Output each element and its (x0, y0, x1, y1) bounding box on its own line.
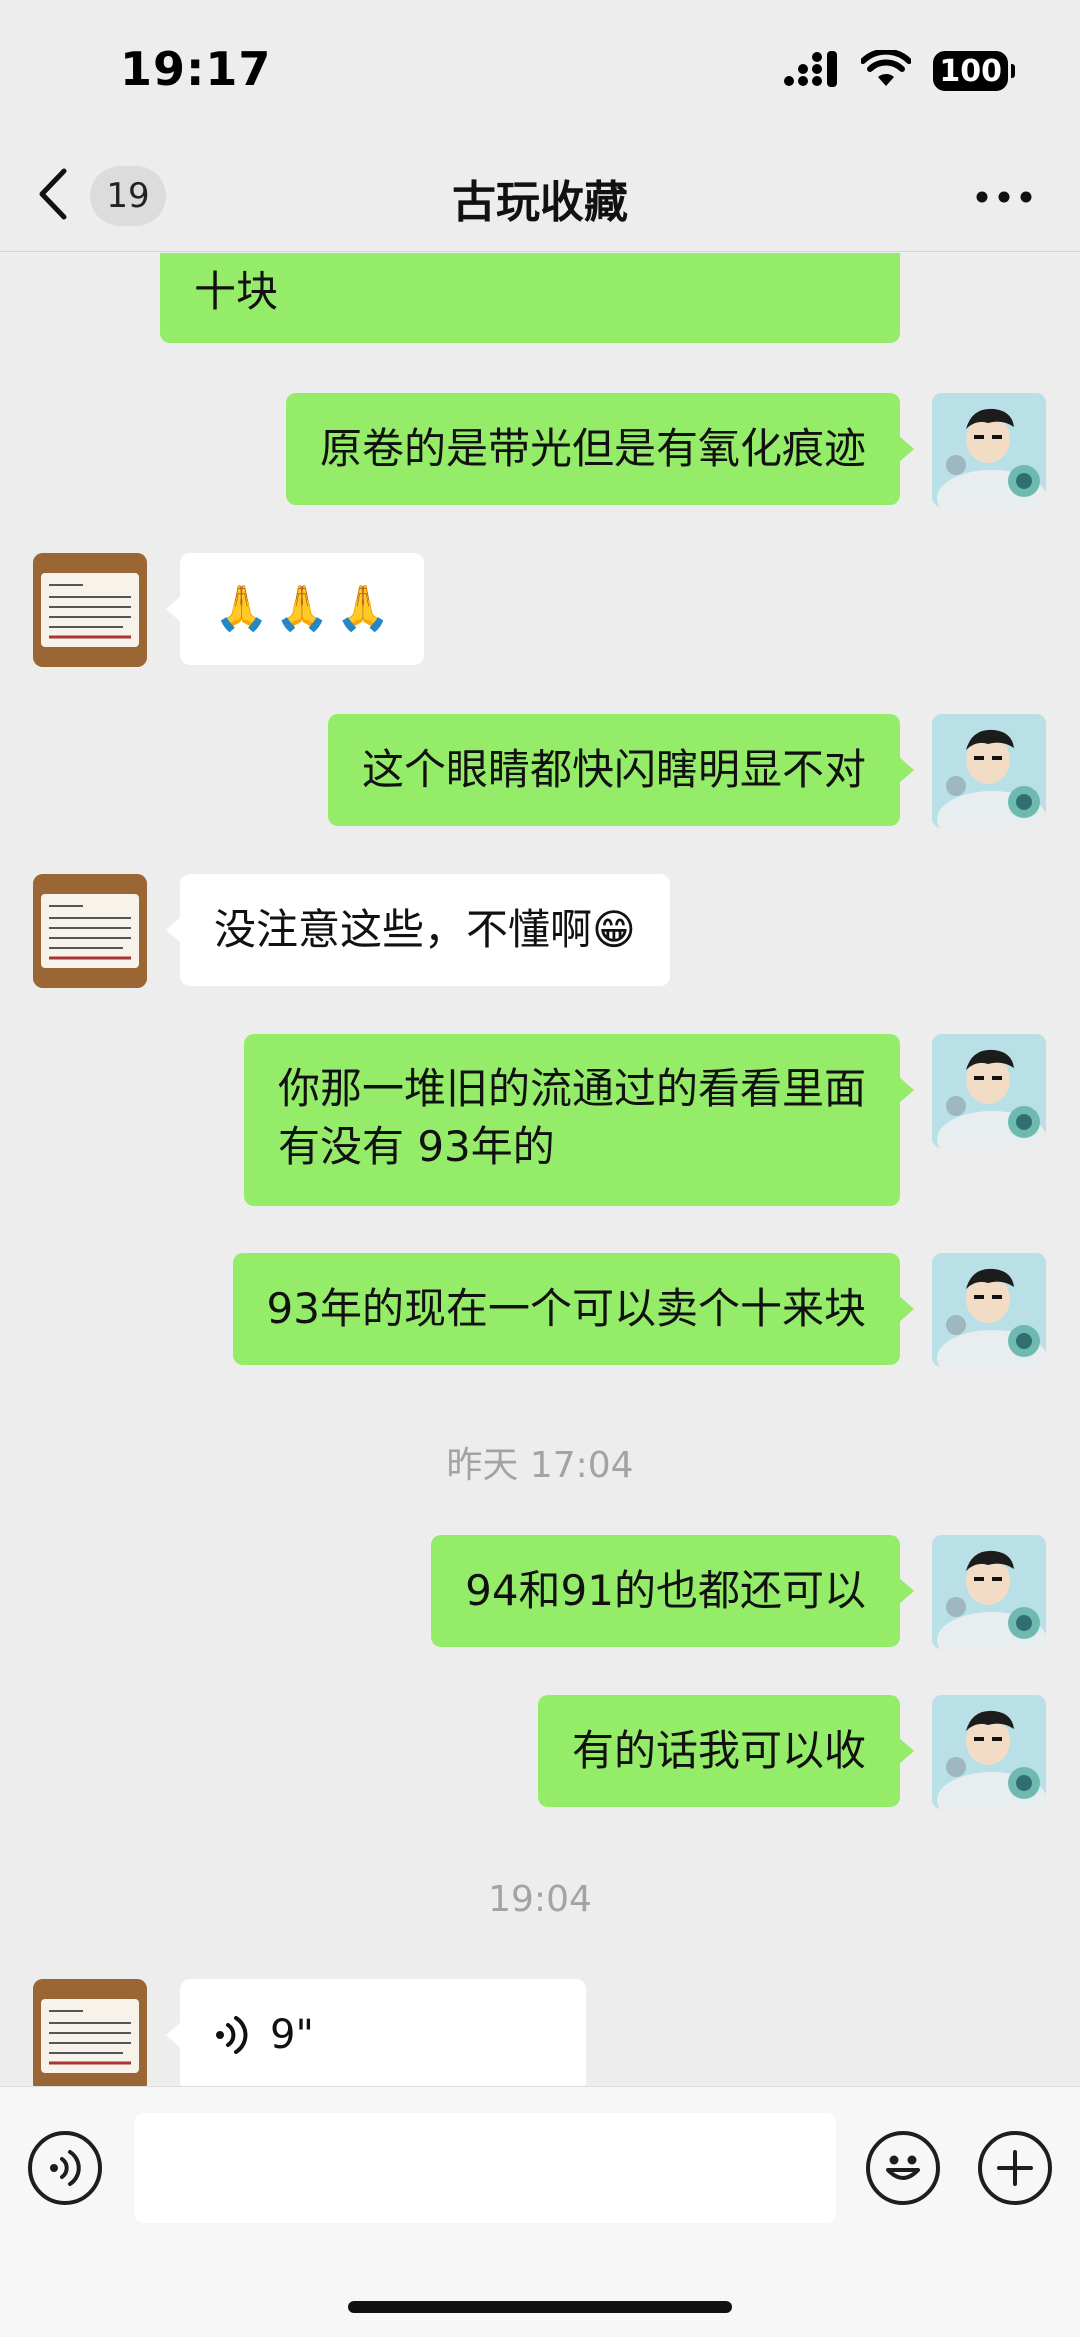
status-time: 19:17 (120, 42, 272, 96)
message-row: 🙏 🙏 🙏 (0, 553, 1080, 667)
message-input[interactable] (134, 2113, 836, 2223)
pray-emoji-icon: 🙏 (335, 583, 391, 634)
message-text-line: 你那一堆旧的流通过的看看里面 (277, 1064, 866, 1113)
contact-avatar[interactable] (33, 553, 147, 667)
signal-icon (783, 51, 839, 91)
message-text: 有的话我可以收 (571, 1726, 866, 1775)
message-row: 93年的现在一个可以卖个十来块 (0, 1253, 1080, 1367)
chat-title: 古玩收藏 (452, 177, 628, 228)
message-text: 94和91的也都还可以 (465, 1566, 866, 1615)
message-row: 9" (0, 1979, 1080, 2086)
voice-duration: 9" (270, 2012, 314, 2058)
message-row: 十块 (0, 253, 1080, 343)
more-icon (976, 191, 1032, 203)
message-text: 原卷的是带光但是有氧化痕迹 (319, 424, 866, 473)
message-text-line: 有没有 93年的 (277, 1122, 555, 1171)
message-row: 这个眼睛都快闪瞎明显不对 (0, 714, 1080, 828)
message-row: 有的话我可以收 (0, 1695, 1080, 1809)
message-text: 没注意这些，不懂啊😁 (214, 905, 636, 954)
my-avatar[interactable] (932, 393, 1046, 507)
wifi-icon (860, 48, 913, 92)
battery-icon: 100 (933, 51, 1015, 91)
voice-message: 9" (214, 2006, 314, 2064)
timestamp: 昨天 17:04 (446, 1445, 634, 1486)
status-bar: 19:17 100 (0, 0, 1080, 140)
message-bubble[interactable]: 有的话我可以收 (537, 1695, 915, 1807)
status-icons: 100 (783, 48, 1015, 92)
more-actions-button[interactable] (978, 2131, 1052, 2205)
more-button[interactable] (966, 170, 1042, 224)
timestamp: 19:04 (488, 1879, 592, 1920)
pray-emoji-icon: 🙏 (214, 583, 269, 634)
message-bubble[interactable]: 🙏 🙏 🙏 (165, 553, 425, 665)
my-avatar[interactable] (932, 1695, 1046, 1809)
my-avatar[interactable] (932, 1034, 1046, 1148)
message-row: 没注意这些，不懂啊😁 (0, 874, 1080, 988)
message-text: 这个眼睛都快闪瞎明显不对 (361, 745, 866, 794)
chat-header: 19 古玩收藏 (0, 140, 1080, 252)
message-text: 93年的现在一个可以卖个十来块 (266, 1284, 866, 1333)
voice-message-bubble[interactable]: 9" (166, 1979, 586, 2086)
my-avatar[interactable] (932, 714, 1046, 828)
emoji-row: 🙏 🙏 🙏 (214, 580, 390, 638)
message-row: 原卷的是带光但是有氧化痕迹 (0, 393, 1080, 507)
message-text: 十块 (194, 267, 279, 316)
home-indicator[interactable] (348, 2301, 732, 2313)
contact-avatar[interactable] (33, 874, 147, 988)
message-bubble[interactable]: 原卷的是带光但是有氧化痕迹 (285, 393, 915, 505)
message-bubble[interactable]: 没注意这些，不懂啊😁 (166, 874, 670, 986)
message-row: 94和91的也都还可以 (0, 1535, 1080, 1649)
message-bubble[interactable]: 94和91的也都还可以 (431, 1535, 914, 1647)
emoji-icon (886, 2155, 920, 2180)
plus-icon (997, 2150, 1033, 2186)
chat-screen: 19:17 100 19 古玩收藏 十块 原卷的是带光但是有氧化痕迹 🙏 🙏 🙏… (0, 0, 1080, 2337)
voice-mode-icon (50, 2150, 81, 2186)
my-avatar[interactable] (932, 1253, 1046, 1367)
my-avatar[interactable] (932, 1535, 1046, 1649)
pray-emoji-icon: 🙏 (274, 583, 330, 634)
message-bubble[interactable]: 93年的现在一个可以卖个十来块 (232, 1253, 915, 1365)
emoji-button[interactable] (866, 2131, 940, 2205)
message-list[interactable]: 十块 原卷的是带光但是有氧化痕迹 🙏 🙏 🙏 这个眼睛都快闪瞎明显不对 没注意这… (0, 253, 1080, 2086)
message-bubble[interactable]: 这个眼睛都快闪瞎明显不对 (327, 714, 915, 826)
voice-mode-button[interactable] (28, 2131, 102, 2205)
message-bubble[interactable]: 你那一堆旧的流通过的看看里面 有没有 93年的 (243, 1034, 915, 1206)
message-row: 你那一堆旧的流通过的看看里面 有没有 93年的 (0, 1034, 1080, 1206)
voice-wave-icon (216, 2016, 248, 2054)
contact-avatar[interactable] (33, 1979, 147, 2086)
input-bar (0, 2086, 1080, 2337)
message-bubble[interactable]: 十块 (160, 253, 900, 343)
